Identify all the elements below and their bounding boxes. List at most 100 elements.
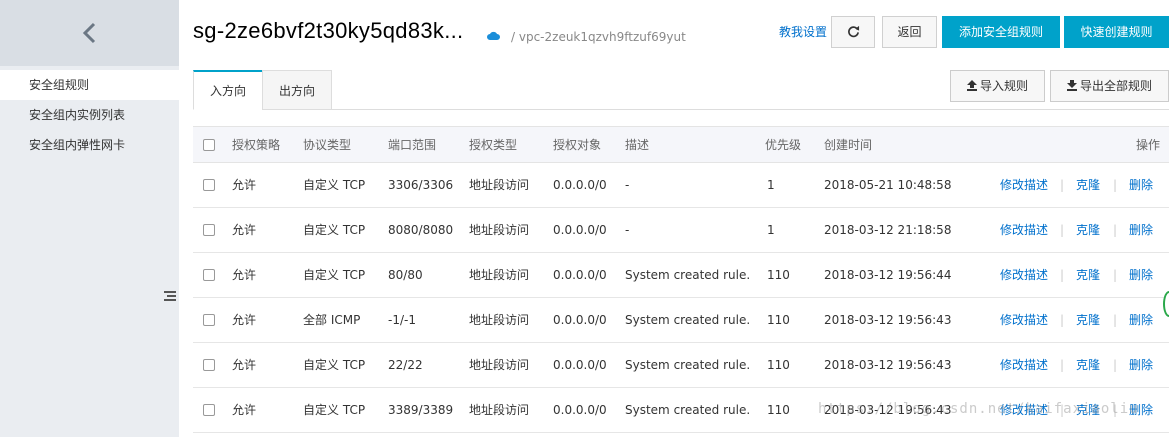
sidebar-nav: 安全组规则 安全组内实例列表 安全组内弹性网卡 [0, 70, 179, 160]
import-label: 导入规则 [979, 79, 1028, 93]
cell-auth-type: 地址段访问 [469, 178, 530, 192]
cell-policy: 允许 [232, 313, 257, 327]
tab-outbound[interactable]: 出方向 [262, 70, 332, 110]
sidebar-collapse-handle[interactable] [161, 276, 179, 316]
rules-table: 授权策略 协议类型 端口范围 授权类型 授权对象 描述 优先级 创建时间 操作 … [193, 126, 1169, 433]
import-rules-button[interactable]: 导入规则 [950, 70, 1045, 102]
row-checkbox[interactable] [203, 179, 215, 191]
delete-link[interactable]: 删除 [1129, 208, 1153, 252]
cell-priority: 110 [767, 358, 790, 372]
action-separator: | [1060, 223, 1065, 237]
action-separator: | [1060, 268, 1065, 282]
cell-auth-type: 地址段访问 [469, 313, 530, 327]
row-checkbox[interactable] [203, 314, 215, 326]
delete-link[interactable]: 删除 [1129, 298, 1153, 342]
table-row: 允许 自定义 TCP 3389/3389 地址段访问 0.0.0.0/0 System c… [193, 388, 1169, 433]
cell-priority: 1 [767, 223, 775, 237]
refresh-button[interactable] [831, 16, 875, 48]
cell-port: 8080/8080 [388, 223, 454, 237]
cell-desc: System created rule. [625, 268, 751, 282]
cell-auth-object: 0.0.0.0/0 [553, 403, 607, 417]
back-button[interactable]: 返回 [882, 16, 937, 48]
edit-desc-link[interactable]: 修改描述 [1000, 253, 1048, 297]
vpc-subtitle: / vpc-2zeuk1qzvh9ftzuf69yut [511, 30, 686, 44]
sidebar-back-button[interactable] [0, 0, 179, 66]
col-desc: 描述 [625, 138, 650, 152]
add-rule-button[interactable]: 添加安全组规则 [942, 16, 1060, 48]
action-separator: | [1060, 403, 1065, 417]
quick-create-button[interactable]: 快速创建规则 [1064, 16, 1169, 48]
cell-policy: 允许 [232, 358, 257, 372]
edit-desc-link[interactable]: 修改描述 [1000, 388, 1048, 432]
table-row: 允许 自定义 TCP 80/80 地址段访问 0.0.0.0/0 System creat… [193, 253, 1169, 298]
action-separator: | [1113, 178, 1118, 192]
clone-link[interactable]: 克隆 [1076, 253, 1100, 297]
clone-link[interactable]: 克隆 [1076, 208, 1100, 252]
cell-priority: 110 [767, 268, 790, 282]
teach-setup-link[interactable]: 教我设置 [779, 23, 827, 40]
cell-desc: - [625, 223, 630, 237]
row-checkbox[interactable] [203, 269, 215, 281]
cell-auth-type: 地址段访问 [469, 268, 530, 282]
page-title: sg-2ze6bvf2t30ky5qd83k... [193, 18, 464, 43]
action-separator: | [1113, 268, 1118, 282]
edit-desc-link[interactable]: 修改描述 [1000, 208, 1048, 252]
sidebar-item-instances[interactable]: 安全组内实例列表 [0, 100, 179, 130]
action-separator: | [1060, 178, 1065, 192]
export-all-button[interactable]: 导出全部规则 [1050, 70, 1169, 102]
cell-desc: System created rule. [625, 403, 751, 417]
clone-link[interactable]: 克隆 [1076, 298, 1100, 342]
row-checkbox[interactable] [203, 359, 215, 371]
cell-port: -1/-1 [388, 313, 416, 327]
table-row: 允许 全部 ICMP -1/-1 地址段访问 0.0.0.0/0 System creat… [193, 298, 1169, 343]
clone-link[interactable]: 克隆 [1076, 163, 1100, 207]
delete-link[interactable]: 删除 [1129, 343, 1153, 387]
row-checkbox[interactable] [203, 224, 215, 236]
cell-auth-object: 0.0.0.0/0 [553, 268, 607, 282]
col-auth-type: 授权类型 [469, 138, 518, 152]
cell-priority: 110 [767, 403, 790, 417]
sidebar: 安全组规则 安全组内实例列表 安全组内弹性网卡 [0, 0, 179, 437]
col-port: 端口范围 [388, 138, 437, 152]
action-separator: | [1113, 358, 1118, 372]
tabs-divider [193, 109, 1169, 110]
chevron-left-icon [82, 22, 95, 44]
cell-created: 2018-03-12 19:56:44 [824, 268, 952, 282]
upload-icon [966, 80, 977, 91]
clone-link[interactable]: 克隆 [1076, 343, 1100, 387]
col-created: 创建时间 [824, 138, 873, 152]
action-separator: | [1113, 403, 1118, 417]
edit-desc-link[interactable]: 修改描述 [1000, 298, 1048, 342]
cell-priority: 1 [767, 178, 775, 192]
sidebar-item-rules[interactable]: 安全组规则 [0, 70, 179, 100]
download-icon [1066, 80, 1077, 91]
clone-link[interactable]: 克隆 [1076, 388, 1100, 432]
edit-desc-link[interactable]: 修改描述 [1000, 343, 1048, 387]
cell-protocol: 全部 ICMP [303, 313, 361, 327]
cell-auth-type: 地址段访问 [469, 403, 530, 417]
cell-protocol: 自定义 TCP [303, 358, 366, 372]
cell-port: 3306/3306 [388, 178, 454, 192]
cell-created: 2018-03-12 19:56:43 [824, 313, 952, 327]
delete-link[interactable]: 删除 [1129, 388, 1153, 432]
tab-inbound[interactable]: 入方向 [193, 70, 263, 110]
cell-created: 2018-05-21 10:48:58 [824, 178, 952, 192]
cell-priority: 110 [767, 313, 790, 327]
cloud-icon[interactable] [487, 31, 500, 41]
select-all-checkbox[interactable] [203, 139, 215, 151]
delete-link[interactable]: 删除 [1129, 253, 1153, 297]
cell-created: 2018-03-12 19:56:43 [824, 403, 952, 417]
cell-created: 2018-03-12 21:18:58 [824, 223, 952, 237]
edge-widget[interactable] [1163, 291, 1169, 317]
row-checkbox[interactable] [203, 404, 215, 416]
table-row: 允许 自定义 TCP 22/22 地址段访问 0.0.0.0/0 System creat… [193, 343, 1169, 388]
cell-policy: 允许 [232, 268, 257, 282]
edit-desc-link[interactable]: 修改描述 [1000, 163, 1048, 207]
cell-protocol: 自定义 TCP [303, 223, 366, 237]
col-priority: 优先级 [765, 138, 802, 152]
cell-desc: - [625, 178, 630, 192]
sidebar-item-eni[interactable]: 安全组内弹性网卡 [0, 130, 179, 160]
col-protocol: 协议类型 [303, 138, 352, 152]
delete-link[interactable]: 删除 [1129, 163, 1153, 207]
action-separator: | [1060, 313, 1065, 327]
